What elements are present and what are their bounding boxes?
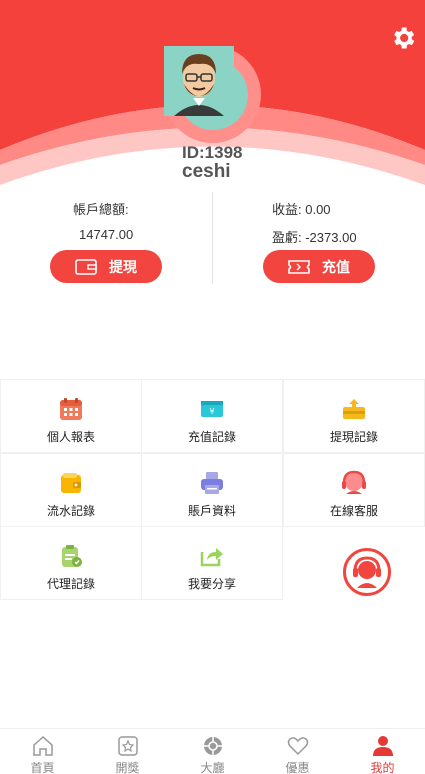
menu-label: 個人報表 — [46, 430, 95, 444]
nav-item-mine[interactable]: 我的 — [340, 729, 425, 774]
avatar-image — [164, 46, 248, 130]
headset-icon — [341, 470, 367, 496]
calendar-icon — [58, 396, 84, 422]
bottom-nav: 首頁 開獎 大廳 優惠 我的 — [0, 728, 425, 774]
nav-label: 開獎 — [115, 761, 140, 774]
total-label: 帳戶總額: — [73, 202, 129, 217]
withdraw-button[interactable]: 提現 — [50, 250, 162, 283]
menu-label: 我要分享 — [187, 577, 236, 591]
printer-icon — [199, 470, 225, 496]
total-value: 14747.00 — [79, 227, 134, 242]
svg-text:¥: ¥ — [209, 407, 214, 416]
settings-gear-icon[interactable] — [389, 24, 417, 52]
wallet-outline-icon — [75, 258, 97, 275]
card-icon: ¥ — [199, 396, 225, 422]
floating-customer-service-icon[interactable] — [343, 548, 391, 596]
menu-label: 代理記錄 — [46, 577, 95, 591]
recharge-label: 充值 — [322, 258, 350, 275]
menu-turnover-records[interactable]: 流水記錄 — [0, 453, 142, 527]
profile-header: ID:1398 ceshi — [0, 0, 425, 200]
wallet-icon — [58, 470, 84, 496]
nav-label: 我的 — [370, 761, 395, 774]
profit-label: 盈虧: -2373.00 — [272, 230, 357, 245]
balance-panel: 帳戶總額: 14747.00 收益: 0.00 盈虧: -2373.00 提現 … — [0, 192, 425, 284]
balance-divider — [212, 192, 213, 284]
nav-item-promotions[interactable]: 優惠 — [255, 729, 340, 774]
lobby-icon — [202, 735, 224, 757]
user-id: ID:1398 — [182, 143, 243, 162]
nav-item-lobby[interactable]: 大廳 — [170, 729, 255, 774]
menu-label: 充值記錄 — [187, 430, 236, 444]
menu-withdraw-records[interactable]: 提現記錄 — [283, 379, 425, 453]
withdraw-label: 提現 — [109, 258, 137, 275]
menu-label: 流水記錄 — [46, 504, 95, 518]
menu-recharge-records[interactable]: ¥ 充值記錄 — [141, 379, 283, 453]
share-icon — [199, 543, 225, 569]
menu-share[interactable]: 我要分享 — [141, 526, 283, 600]
nav-label: 優惠 — [285, 761, 310, 774]
person-icon — [372, 735, 394, 757]
menu-label: 賬戶資料 — [187, 504, 236, 518]
recharge-button[interactable]: 充值 — [263, 250, 375, 283]
home-icon — [32, 735, 54, 757]
menu-agent-records[interactable]: 代理記錄 — [0, 526, 142, 600]
menu-account-info[interactable]: 賬戶資料 — [141, 453, 283, 527]
income-label: 收益: 0.00 — [272, 202, 331, 217]
menu-personal-report[interactable]: 個人報表 — [0, 379, 142, 453]
nav-label: 首頁 — [30, 761, 55, 774]
nav-item-home[interactable]: 首頁 — [0, 729, 85, 774]
ticket-icon — [288, 259, 310, 274]
nav-label: 大廳 — [200, 761, 225, 774]
lottery-icon — [117, 735, 139, 757]
avatar[interactable] — [164, 46, 261, 143]
username: ceshi — [182, 161, 231, 182]
menu-online-service[interactable]: 在線客服 — [283, 453, 425, 527]
menu-label: 提現記錄 — [329, 430, 378, 444]
heart-icon — [287, 735, 309, 757]
menu-label: 在線客服 — [329, 504, 378, 518]
withdraw-tray-icon — [341, 396, 367, 422]
nav-item-lottery[interactable]: 開獎 — [85, 729, 170, 774]
clipboard-icon — [58, 543, 84, 569]
